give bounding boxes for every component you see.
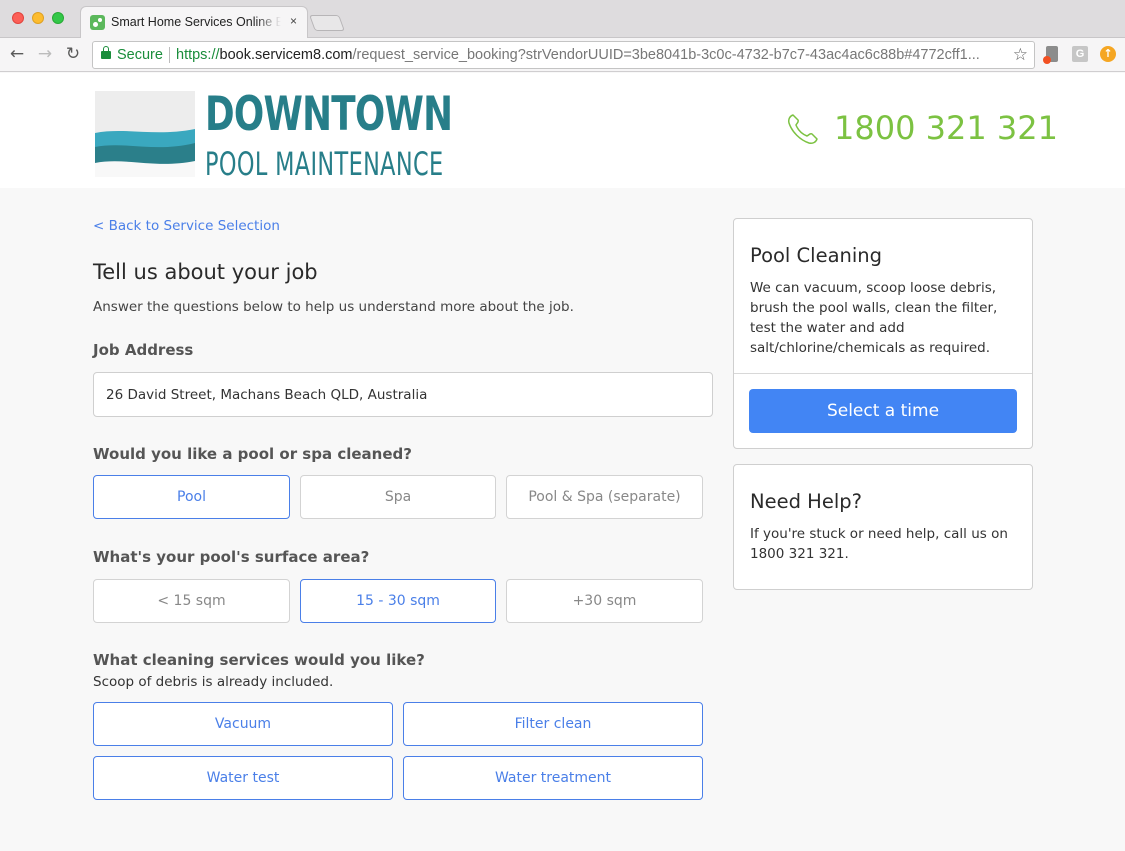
url-scheme: https:// — [176, 47, 220, 63]
reload-icon[interactable]: ↻ — [62, 43, 84, 65]
minimize-window-button[interactable] — [32, 12, 44, 24]
option-15-30-sqm[interactable]: 15 - 30 sqm — [300, 579, 496, 623]
page: DOWNTOWN POOL MAINTENANCE 1800 321 321 <… — [0, 73, 1125, 851]
forward-arrow-icon[interactable]: → — [34, 43, 56, 65]
g-extension-icon[interactable]: G — [1072, 46, 1088, 62]
maximize-window-button[interactable] — [52, 12, 64, 24]
servicem8-favicon-icon — [90, 15, 105, 30]
help-card-title: Need Help? — [750, 490, 862, 513]
url-host: book.servicem8.com — [219, 47, 353, 63]
service-water-treatment[interactable]: Water treatment — [403, 756, 703, 800]
close-window-button[interactable] — [12, 12, 24, 24]
secure-label: Secure — [117, 47, 163, 63]
select-a-time-button[interactable]: Select a time — [749, 389, 1017, 433]
url-text: https://book.servicem8.com/request_servi… — [176, 42, 980, 68]
option-pool[interactable]: Pool — [93, 475, 290, 519]
back-arrow-icon[interactable]: ← — [6, 43, 28, 65]
pool-wave-logo-icon — [95, 91, 195, 177]
pool-or-spa-label: Would you like a pool or spa cleaned? — [93, 445, 412, 463]
option-spa[interactable]: Spa — [300, 475, 496, 519]
job-address-input[interactable] — [93, 372, 713, 417]
new-tab-button[interactable] — [309, 15, 345, 31]
option-pool-and-spa[interactable]: Pool & Spa (separate) — [506, 475, 703, 519]
help-card-text: If you're stuck or need help, call us on… — [750, 526, 1008, 562]
address-bar[interactable]: Secure https://book.servicem8.com/reques… — [92, 41, 1035, 69]
cleaning-services-hint: Scoop of debris is already included. — [93, 674, 334, 690]
service-filter-clean[interactable]: Filter clean — [403, 702, 703, 746]
cleaning-services-label: What cleaning services would you like? — [93, 651, 425, 669]
service-water-test[interactable]: Water test — [93, 756, 393, 800]
surface-area-label: What's your pool's surface area? — [93, 548, 370, 566]
url-path: /request_service_booking?strVendorUUID=3… — [352, 47, 980, 63]
card-divider — [734, 373, 1032, 374]
service-card-description: We can vacuum, scoop loose debris, brush… — [750, 280, 998, 356]
tab-close-icon[interactable]: × — [290, 14, 297, 28]
bookmark-star-icon[interactable]: ☆ — [1013, 42, 1028, 68]
option-over-30-sqm[interactable]: +30 sqm — [506, 579, 703, 623]
office-extension-icon[interactable] — [1043, 46, 1058, 64]
browser-tabstrip: Smart Home Services Online Booking × — [0, 0, 1125, 39]
phone-number: 1800 321 321 — [834, 109, 1058, 147]
url-separator — [169, 47, 170, 63]
service-card-title: Pool Cleaning — [750, 244, 883, 267]
help-card: Need Help? If you're stuck or need help,… — [733, 464, 1033, 590]
intro-text: Answer the questions below to help us un… — [93, 299, 574, 315]
page-title: Tell us about your job — [93, 260, 318, 284]
browser-toolbar: ← → ↻ Secure https://book.servicem8.com/… — [0, 38, 1125, 72]
lock-icon — [101, 46, 111, 59]
logo-subtitle: POOL MAINTENANCE — [205, 145, 444, 183]
logo[interactable]: DOWNTOWN POOL MAINTENANCE — [95, 87, 453, 183]
option-under-15-sqm[interactable]: < 15 sqm — [93, 579, 290, 623]
upload-extension-icon[interactable]: ↑ — [1100, 46, 1116, 62]
tab-title: Smart Home Services Online Booking — [111, 15, 281, 29]
phone-icon — [788, 114, 818, 144]
service-card: Pool Cleaning We can vacuum, scoop loose… — [733, 218, 1033, 449]
job-address-label: Job Address — [93, 341, 194, 359]
service-vacuum[interactable]: Vacuum — [93, 702, 393, 746]
browser-tab-active[interactable]: Smart Home Services Online Booking × — [80, 6, 308, 39]
back-to-service-selection-link[interactable]: < Back to Service Selection — [93, 218, 280, 234]
site-header: DOWNTOWN POOL MAINTENANCE 1800 321 321 — [0, 73, 1125, 188]
logo-title: DOWNTOWN — [205, 87, 453, 142]
